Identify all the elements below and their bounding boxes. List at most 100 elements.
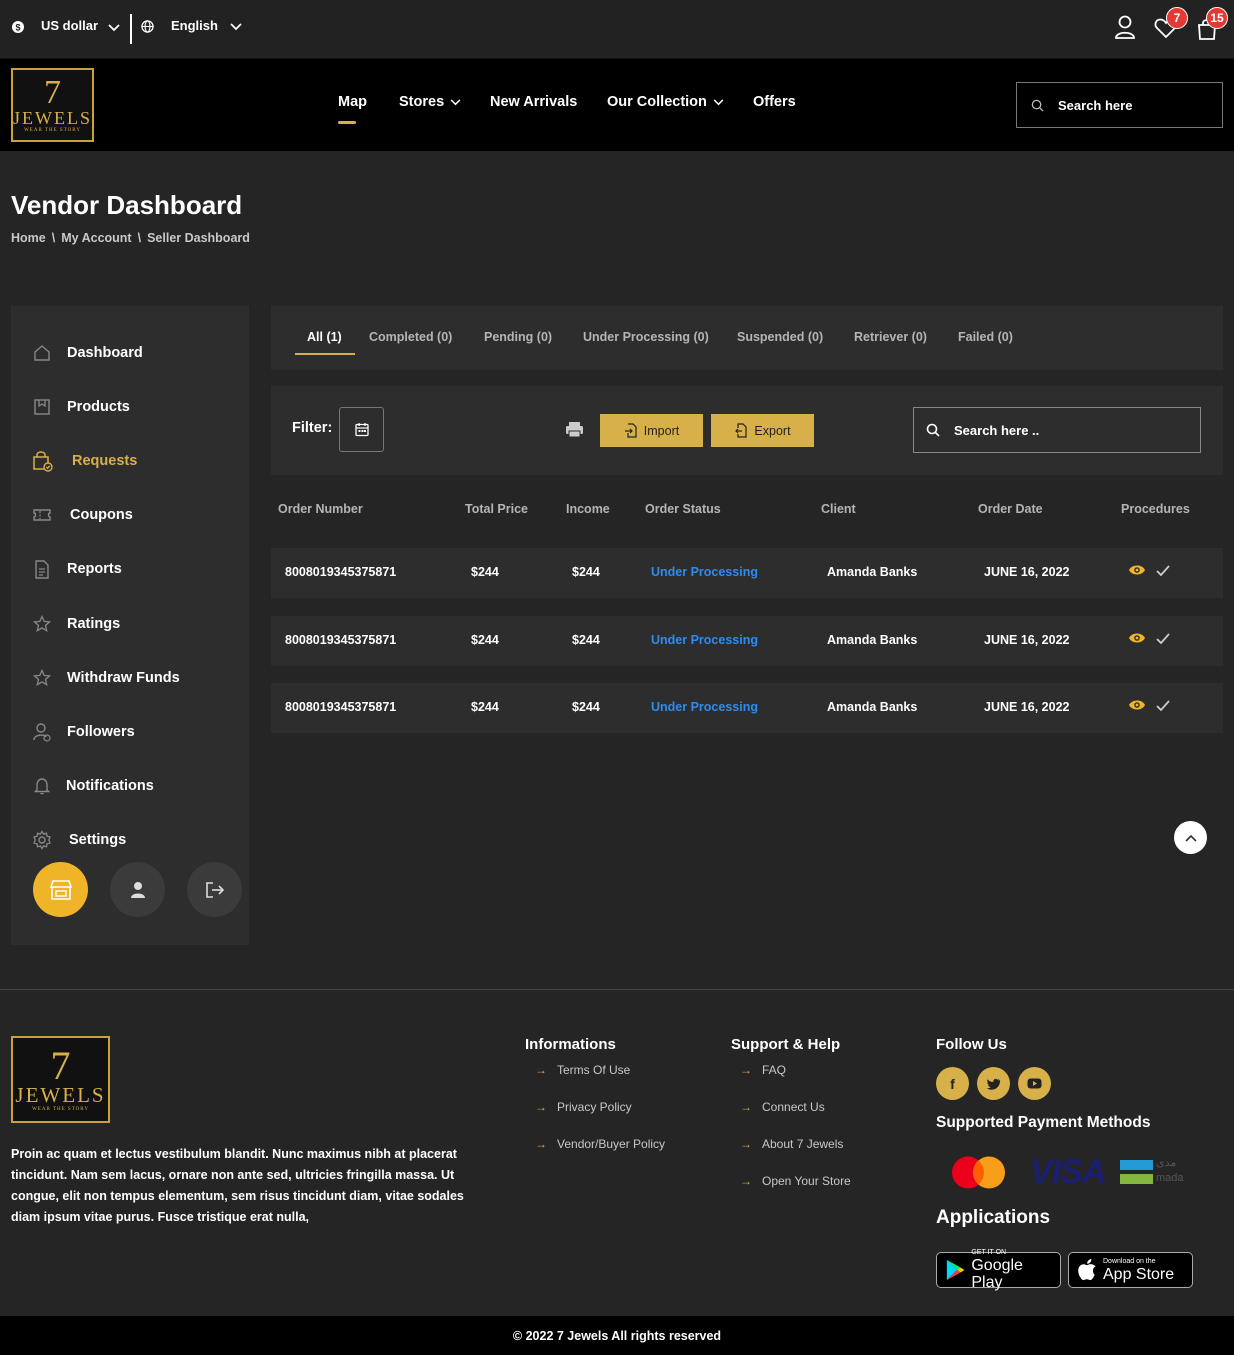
visa-logo: VISA [1030,1153,1106,1191]
profile-button[interactable] [110,862,165,917]
approve-order-button[interactable] [1156,564,1170,576]
nav-active-indicator [338,121,356,124]
export-button[interactable]: Export [711,414,814,447]
order-number-cell: 8008019345375871 [285,565,397,579]
facebook-button[interactable]: f [936,1067,969,1100]
sidebar-item-settings[interactable]: Settings [31,825,126,855]
language-selector[interactable]: English [141,17,242,33]
footer-link-about[interactable]: → About 7 Jewels [740,1137,843,1151]
currency-label: US dollar [41,18,99,33]
account-button[interactable] [1114,14,1136,40]
view-order-button[interactable] [1128,632,1146,644]
product-icon [31,396,53,418]
informations-title: Informations [525,1036,616,1053]
breadcrumb: Home \ My Account \ Seller Dashboard [11,231,250,245]
breadcrumb-my-account[interactable]: My Account [61,231,131,245]
sidebar-item-followers[interactable]: Followers [31,717,135,747]
tab-pending[interactable]: Pending (0) [484,330,552,344]
sidebar-item-label: Withdraw Funds [67,670,180,686]
orders-search-input[interactable]: Search here .. [913,407,1201,453]
footer-link-label: Connect Us [762,1100,825,1114]
app-store-badge[interactable]: Download on the App Store [1068,1252,1193,1288]
approve-order-button[interactable] [1156,632,1170,644]
cart-button[interactable]: 15 [1196,7,1228,41]
sidebar-item-reports[interactable]: Reports [31,554,122,584]
footer-link-label: FAQ [762,1063,787,1077]
print-button[interactable] [565,421,584,438]
tab-all[interactable]: All (1) [307,330,342,344]
view-order-button[interactable] [1128,699,1146,711]
logout-button[interactable] [187,862,242,917]
export-label: Export [754,423,791,438]
view-order-button[interactable] [1128,564,1146,576]
arrow-right-icon: → [535,1137,547,1151]
chevron-down-icon [450,98,461,105]
app-store-text: Download on the App Store [1103,1258,1174,1283]
footer-logo[interactable]: 7 JEWELS WEAR THE STORY [11,1036,110,1123]
eye-icon [1129,700,1145,710]
wishlist-button[interactable]: 7 [1154,7,1188,39]
printer-icon [566,422,583,438]
currency-selector[interactable]: $ US dollar [11,17,120,34]
order-status-cell[interactable]: Under Processing [651,700,758,714]
breadcrumb-separator: \ [51,231,56,245]
user-icon [1115,15,1135,39]
google-play-badge[interactable]: GET IT ON Google Play [936,1249,1061,1291]
order-status-cell[interactable]: Under Processing [651,633,758,647]
tab-retriever[interactable]: Retriever (0) [854,330,927,344]
header-search-input[interactable]: Search here [1016,82,1223,128]
sidebar-item-notifications[interactable]: Notifications [31,771,154,801]
nav-map[interactable]: Map [338,94,367,110]
tab-completed[interactable]: Completed (0) [369,330,452,344]
logo-tagline: WEAR THE STORY [32,1106,89,1112]
sidebar-item-dashboard[interactable]: Dashboard [31,338,143,368]
brand-logo[interactable]: 7 JEWELS WEAR THE STORY [11,68,94,142]
sidebar-item-withdraw-funds[interactable]: Withdraw Funds [31,663,180,693]
nav-stores[interactable]: Stores [399,94,461,110]
income-cell: $244 [572,565,600,579]
breadcrumb-home[interactable]: Home [11,231,46,245]
nav-new-arrivals[interactable]: New Arrivals [490,94,577,110]
date-filter-button[interactable] [339,407,384,452]
sidebar-item-label: Requests [72,453,138,469]
sidebar-item-label: Settings [69,832,127,848]
scroll-to-top-button[interactable] [1174,821,1207,854]
nav-our-collection[interactable]: Our Collection [607,94,724,110]
footer-link-privacy[interactable]: → Privacy Policy [535,1100,632,1114]
tab-failed[interactable]: Failed (0) [958,330,1013,344]
support-title: Support & Help [731,1036,841,1053]
twitter-button[interactable] [977,1067,1010,1100]
mada-arabic-label: مدى [1156,1157,1177,1169]
footer-link-faq[interactable]: → FAQ [740,1063,786,1077]
home-icon [31,342,53,364]
nav-offers[interactable]: Offers [753,94,796,110]
footer-link-connect[interactable]: → Connect Us [740,1100,825,1114]
sidebar-item-products[interactable]: Products [31,392,130,422]
logo-word: JEWELS [13,107,92,128]
footer-link-terms[interactable]: → Terms Of Use [535,1063,630,1077]
footer-link-label: Open Your Store [762,1174,851,1188]
copyright-text: © 2022 7 Jewels All rights reserved [512,1328,722,1343]
column-header-income: Income [566,502,610,516]
apple-icon [1078,1259,1096,1281]
sidebar-item-ratings[interactable]: Ratings [31,609,120,639]
tab-under-processing[interactable]: Under Processing (0) [583,330,709,344]
youtube-button[interactable] [1018,1067,1051,1100]
order-status-cell[interactable]: Under Processing [651,565,758,579]
sidebar-item-coupons[interactable]: Coupons [31,500,133,530]
sidebar-item-requests[interactable]: Requests [31,446,137,476]
chevron-down-icon [108,23,120,31]
sidebar-item-label: Followers [67,724,135,740]
search-icon [926,423,940,437]
column-header-order-status: Order Status [645,502,721,516]
approve-order-button[interactable] [1156,699,1170,711]
tab-suspended[interactable]: Suspended (0) [737,330,823,344]
import-button[interactable]: Import [600,414,703,447]
wishlist-count-badge: 7 [1166,7,1188,29]
order-date-cell: JUNE 16, 2022 [984,700,1070,714]
footer-link-open-store[interactable]: → Open Your Store [740,1174,851,1188]
store-button[interactable] [33,862,88,917]
search-icon [1031,99,1044,112]
footer-link-vendor-policy[interactable]: → Vendor/Buyer Policy [535,1137,665,1151]
page-title: Vendor Dashboard [11,190,243,220]
